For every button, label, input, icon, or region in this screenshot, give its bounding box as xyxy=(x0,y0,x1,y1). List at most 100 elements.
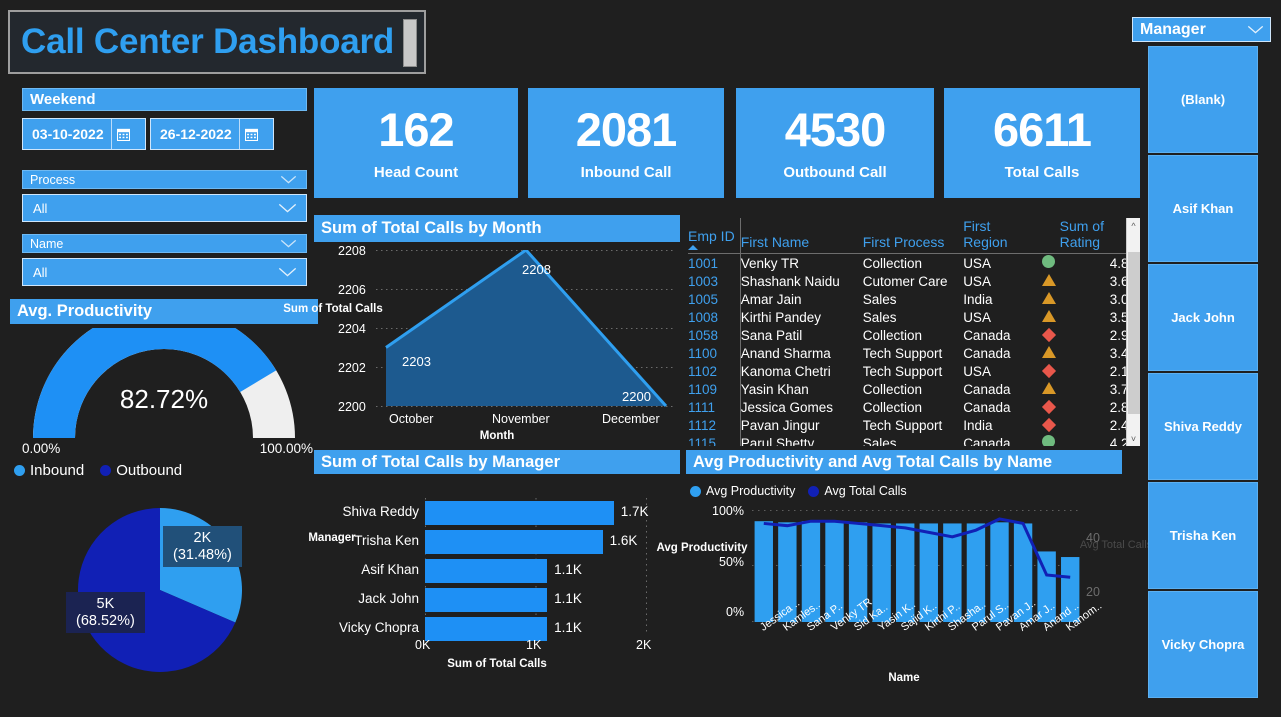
table-row[interactable]: 1003 Shashank Naidu Cutomer Care USA 3.60 xyxy=(688,272,1140,290)
dashboard-title-box[interactable]: Call Center Dashboard xyxy=(8,10,426,74)
avg-productivity-by-name-chart[interactable]: Avg Productivity Avg Total Calls 100% 50… xyxy=(657,500,1153,695)
manager-bar-label: Jack John xyxy=(358,591,419,606)
month-chart-yaxis-title: Sum of Total Calls xyxy=(283,303,383,315)
name-dropdown[interactable]: All xyxy=(22,258,307,286)
month-ytick-2202: 2202 xyxy=(338,361,366,375)
manager-bar-row[interactable]: Shiva Reddy 1.7K xyxy=(314,500,680,528)
table-row[interactable]: 1109 Yasin Khan Collection Canada 3.70 xyxy=(688,380,1140,398)
cell-kpi-status xyxy=(1038,416,1060,434)
manager-bar-row[interactable]: Trisha Ken 1.6K xyxy=(314,529,680,557)
cell-first-name: Kirthi Pandey xyxy=(740,309,822,325)
legend-label-avg-total-calls: Avg Total Calls xyxy=(824,484,907,498)
slicer-name-header[interactable]: Name xyxy=(22,234,307,253)
manager-tile-trisha-ken[interactable]: Trisha Ken xyxy=(1148,482,1258,589)
col-header-first-process[interactable]: First Process xyxy=(862,218,964,254)
legend-item-avg-productivity[interactable]: Avg Productivity xyxy=(690,484,795,498)
cell-first-process: Sales xyxy=(862,309,897,325)
cell-first-name: Yasin Khan xyxy=(740,381,809,397)
cell-kpi-status xyxy=(1038,398,1060,416)
cell-first-region: India xyxy=(963,291,993,307)
manager-bar[interactable] xyxy=(425,588,548,612)
table-row[interactable]: 1112 Pavan Jingur Tech Support India 2.40 xyxy=(688,416,1140,434)
calendar-icon[interactable] xyxy=(110,119,135,149)
kpi-label: Total Calls xyxy=(1004,163,1080,181)
legend-swatch-outbound xyxy=(100,465,112,476)
col-header-first-region[interactable]: First Region xyxy=(963,218,1038,254)
manager-bar[interactable] xyxy=(425,501,614,525)
kpi-card-outbound-call[interactable]: 4530 Outbound Call xyxy=(736,88,934,198)
combo-bar[interactable] xyxy=(754,521,773,622)
calendar-icon[interactable] xyxy=(238,119,263,149)
table-row[interactable]: 1008 Kirthi Pandey Sales USA 3.50 xyxy=(688,308,1140,326)
kpi-value: 162 xyxy=(378,102,454,156)
text-cursor-handle[interactable] xyxy=(403,19,417,67)
chevron-down-icon xyxy=(280,239,297,248)
manager-slicer-header[interactable]: Manager xyxy=(1132,17,1271,42)
manager-tile-jack-john[interactable]: Jack John xyxy=(1148,264,1258,371)
manager-tile-vicky-chopra[interactable]: Vicky Chopra xyxy=(1148,591,1258,698)
col-header-first-name[interactable]: First Name xyxy=(740,218,863,254)
scroll-down-arrow-icon[interactable]: ˅ xyxy=(1127,431,1140,446)
manager-bar-value: 1.1K xyxy=(554,562,582,577)
month-ytick-2200: 2200 xyxy=(338,400,366,414)
gauge-min-label: 0.00% xyxy=(22,441,61,456)
legend-swatch-avg-productivity xyxy=(690,485,701,497)
table-row[interactable]: 1058 Sana Patil Collection Canada 2.90 xyxy=(688,326,1140,344)
cell-kpi-status xyxy=(1038,326,1060,344)
col-header-kpi-status[interactable] xyxy=(1037,218,1060,254)
kpi-circle-icon xyxy=(1042,255,1056,268)
col-header-emp-id[interactable]: Emp ID xyxy=(688,218,741,254)
manager-bar[interactable] xyxy=(425,559,548,583)
pie-data-label-inbound: 2K (31.48%) xyxy=(163,526,242,568)
manager-xtick-2k: 2K xyxy=(636,638,652,652)
table-scrollbar[interactable]: ^ ˅ xyxy=(1126,218,1140,446)
kpi-card-head-count[interactable]: 162 Head Count xyxy=(314,88,518,198)
table-row[interactable]: 1111 Jessica Gomes Collection Canada 2.80 xyxy=(688,398,1140,416)
table-row[interactable]: 1115 Parul Shetty Sales Canada 4.20 xyxy=(688,434,1140,446)
combo-chart-title-label: Avg Productivity and Avg Total Calls by … xyxy=(693,452,1053,471)
table-row[interactable]: 1005 Amar Jain Sales India 3.00 xyxy=(688,290,1140,308)
slicer-process-header[interactable]: Process xyxy=(22,170,307,189)
scroll-up-arrow-icon[interactable]: ^ xyxy=(1127,218,1140,233)
process-dropdown[interactable]: All xyxy=(22,194,307,222)
avg-productivity-gauge[interactable]: 82.72% 0.00% 100.00% xyxy=(10,307,318,456)
sort-ascending-icon xyxy=(688,245,698,250)
manager-bar[interactable] xyxy=(425,530,603,554)
legend-item-inbound[interactable]: Inbound xyxy=(14,462,84,479)
cell-first-region: Canada xyxy=(963,345,1011,361)
kpi-card-inbound-call[interactable]: 2081 Inbound Call xyxy=(528,88,724,198)
legend-item-outbound[interactable]: Outbound xyxy=(100,462,182,479)
legend-item-avg-total-calls[interactable]: Avg Total Calls xyxy=(808,484,907,498)
cell-kpi-status xyxy=(1038,344,1060,362)
kpi-triangle-icon xyxy=(1041,345,1056,358)
cell-first-name: Amar Jain xyxy=(740,291,802,307)
kpi-card-total-calls[interactable]: 6611 Total Calls xyxy=(944,88,1140,198)
slicer-process-label: Process xyxy=(30,172,76,187)
cell-first-name: Parul Shetty xyxy=(740,435,815,447)
table-row[interactable]: 1102 Kanoma Chetri Tech Support USA 2.10 xyxy=(688,362,1140,380)
table-row[interactable]: 1100 Anand Sharma Tech Support Canada 3.40 xyxy=(688,344,1140,362)
gauge-max-label: 100.00% xyxy=(259,441,313,456)
manager-tile-asif-khan[interactable]: Asif Khan xyxy=(1148,155,1258,262)
cell-first-process: Collection xyxy=(862,327,923,343)
table-row[interactable]: 1001 Venky TR Collection USA 4.80 xyxy=(688,253,1140,272)
manager-bar-label: Asif Khan xyxy=(361,562,419,577)
scrollbar-thumb[interactable] xyxy=(1128,252,1140,414)
manager-tile-blank[interactable]: (Blank) xyxy=(1148,46,1258,153)
sum-total-calls-by-month-chart[interactable]: Sum of Total Calls 2208 2206 2204 2202 2… xyxy=(283,244,680,449)
cell-first-process: Collection xyxy=(862,255,923,271)
pie-label-pct-outbound: (68.52%) xyxy=(76,612,135,629)
date-start-field[interactable]: 03-10-2022 xyxy=(22,118,146,150)
inbound-outbound-pie-chart[interactable]: 2K (31.48%) 5K (68.52%) xyxy=(60,490,260,690)
manager-tile-shiva-reddy[interactable]: Shiva Reddy xyxy=(1148,373,1258,480)
manager-bar-row[interactable]: Jack John 1.1K xyxy=(314,587,680,615)
manager-bar-row[interactable]: Asif Khan 1.1K xyxy=(314,558,680,586)
pie-label-value-outbound: 5K xyxy=(96,596,115,612)
date-end-field[interactable]: 26-12-2022 xyxy=(150,118,274,150)
manager-bar-row[interactable]: Vicky Chopra 1.1K xyxy=(314,616,680,644)
cell-first-region: USA xyxy=(963,363,991,379)
employee-table[interactable]: Emp ID First Name First Process First Re… xyxy=(688,218,1140,446)
cell-first-process: Cutomer Care xyxy=(862,273,948,289)
sum-total-calls-by-manager-chart[interactable]: Manager Shiva Reddy 1.7K Trisha Ken 1.6K Asi… xyxy=(308,478,680,690)
chevron-down-icon xyxy=(1247,21,1264,39)
